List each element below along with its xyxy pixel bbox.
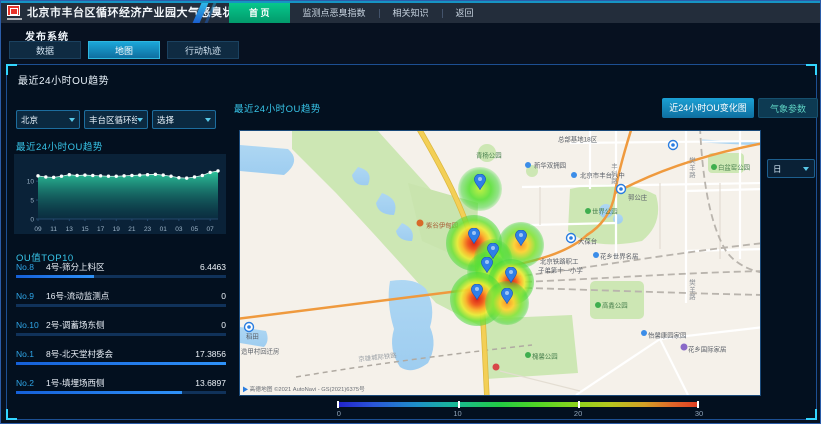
- tab-trajectory[interactable]: 行动轨迹: [167, 41, 239, 59]
- weather-params-button[interactable]: 气象参数: [758, 98, 818, 118]
- basemap: [240, 131, 760, 395]
- rank-value: 13.6897: [195, 378, 226, 388]
- amap-logo-icon: [243, 386, 248, 392]
- svg-text:21: 21: [128, 226, 136, 233]
- rank-label: No.1: [16, 349, 46, 359]
- nav-item-knowledge[interactable]: 相关知识: [380, 3, 442, 23]
- top-bar: 北京市丰台区循环经济产业园大气恶臭状况实时 首 页 监测点恶臭指数 相关知识 返…: [1, 1, 820, 23]
- rank-value: 6.4463: [200, 262, 226, 272]
- svg-text:23: 23: [144, 226, 152, 233]
- rank-list-item[interactable]: No.18号-北天堂村委会17.3856: [16, 348, 226, 365]
- rank-list-item[interactable]: No.21号-填埋场西侧13.6897: [16, 377, 226, 394]
- svg-text:01: 01: [160, 226, 168, 233]
- monitoring-point-pin-icon[interactable]: [481, 257, 493, 273]
- rank-list-item[interactable]: No.102号-调蓄场东侧0: [16, 319, 226, 336]
- rank-point-name: 2号-调蓄场东侧: [46, 319, 221, 331]
- main-panel: 最近24小时OU趋势 北京 丰台区循环经济产 选择 最近24小时OU趋势 051…: [6, 64, 817, 420]
- svg-text:03: 03: [175, 226, 183, 233]
- monitoring-point-pin-icon[interactable]: [474, 174, 486, 190]
- svg-text:13: 13: [66, 226, 74, 233]
- panel-corner-accent: [6, 409, 17, 420]
- svg-text:10: 10: [27, 179, 35, 186]
- tab-map[interactable]: 地图: [88, 41, 160, 59]
- monitoring-point-pin-icon[interactable]: [505, 267, 517, 283]
- ou-color-scale: 0 10 20 30: [337, 402, 699, 420]
- rank-point-name: 4号-筛分上料区: [46, 261, 200, 273]
- map-attribution: 高德地图 ©2021 AutoNavi - GS(2021)6375号: [243, 385, 365, 393]
- tab-data[interactable]: 数据: [9, 41, 81, 59]
- main-nav: 首 页 监测点恶臭指数 相关知识 返回: [229, 3, 487, 23]
- trend-chart-container: 0510091113151719212301030507: [14, 154, 226, 234]
- nav-item-odor-index[interactable]: 监测点恶臭指数: [290, 3, 379, 23]
- rank-point-name: 16号-流动监测点: [46, 290, 221, 302]
- svg-text:0: 0: [30, 217, 34, 224]
- chevron-down-icon: [205, 118, 211, 122]
- svg-text:09: 09: [34, 226, 42, 233]
- rank-label: No.2: [16, 378, 46, 388]
- city-select[interactable]: 北京: [16, 110, 80, 129]
- scale-tick: 30: [695, 409, 703, 418]
- rank-point-name: 8号-北天堂村委会: [46, 348, 195, 360]
- scale-tick: 10: [453, 409, 461, 418]
- rank-bar-fill: [16, 391, 182, 394]
- trend-chart: 0510091113151719212301030507: [14, 154, 226, 234]
- trend-chart-title: 最近24小时OU趋势: [16, 139, 103, 153]
- point-select-value: 选择: [157, 114, 205, 126]
- park-select-value: 丰台区循环经济产: [89, 114, 137, 126]
- rank-list-item[interactable]: No.84号-筛分上料区6.4463: [16, 261, 226, 278]
- rank-point-name: 1号-填埋场西侧: [46, 377, 195, 389]
- view-tabs: 数据 地图 行动轨迹: [9, 41, 239, 59]
- svg-text:5: 5: [30, 198, 34, 205]
- chevron-down-icon: [803, 167, 809, 171]
- panel-corner-accent: [6, 64, 17, 75]
- period-select-value: 日: [773, 163, 803, 175]
- ou-change-map-button[interactable]: 近24小时OU变化图: [662, 98, 754, 118]
- rank-value: 17.3856: [195, 349, 226, 359]
- rank-bar-fill: [16, 362, 226, 365]
- nav-item-back[interactable]: 返回: [443, 3, 487, 23]
- rank-label: No.10: [16, 320, 46, 330]
- dashboard-root: 北京市丰台区循环经济产业园大气恶臭状况实时 首 页 监测点恶臭指数 相关知识 返…: [0, 0, 821, 424]
- map-canvas[interactable]: 总部基地18区青杨公园新华双拥园北京市丰台八中郭公庄白盆窑公园世界公园紫谷伊甸园…: [239, 130, 761, 396]
- monitoring-point-pin-icon[interactable]: [501, 288, 513, 304]
- chevron-down-icon: [69, 118, 75, 122]
- panel-corner-accent: [806, 64, 817, 75]
- svg-text:11: 11: [50, 226, 57, 233]
- rank-list-item[interactable]: No.916号-流动监测点0: [16, 290, 226, 307]
- park-select[interactable]: 丰台区循环经济产: [84, 110, 148, 129]
- point-select[interactable]: 选择: [152, 110, 216, 129]
- rank-bar-track: [16, 391, 226, 394]
- rank-bar-track: [16, 275, 226, 278]
- rank-label: No.8: [16, 262, 46, 272]
- scale-tick: 20: [574, 409, 582, 418]
- period-select[interactable]: 日: [767, 159, 815, 178]
- monitoring-point-pin-icon[interactable]: [468, 228, 480, 244]
- rank-bar-fill: [16, 275, 94, 278]
- panel-title: 最近24小时OU趋势: [18, 72, 109, 87]
- monitoring-point-pin-icon[interactable]: [471, 284, 483, 300]
- svg-text:19: 19: [113, 226, 121, 233]
- svg-text:17: 17: [97, 226, 105, 233]
- nav-item-home[interactable]: 首 页: [229, 3, 290, 23]
- rank-bar-track: [16, 333, 226, 336]
- panel-corner-accent: [806, 409, 817, 420]
- rank-bar-track: [16, 362, 226, 365]
- scale-tick: 0: [337, 409, 341, 418]
- scale-tick-labels: 0 10 20 30: [337, 407, 699, 417]
- rank-value: 0: [221, 320, 226, 330]
- svg-text:05: 05: [191, 226, 199, 233]
- city-select-value: 北京: [21, 114, 69, 126]
- rank-bar-track: [16, 304, 226, 307]
- rank-label: No.9: [16, 291, 46, 301]
- app-logo-icon: [7, 5, 23, 21]
- map-section-title: 最近24小时OU趋势: [234, 101, 321, 115]
- monitoring-point-pin-icon[interactable]: [515, 230, 527, 246]
- map-attribution-text: 高德地图 ©2021 AutoNavi - GS(2021)6375号: [249, 385, 364, 393]
- svg-text:15: 15: [81, 226, 89, 233]
- rank-value: 0: [221, 291, 226, 301]
- chevron-down-icon: [137, 118, 143, 122]
- svg-text:07: 07: [207, 226, 215, 233]
